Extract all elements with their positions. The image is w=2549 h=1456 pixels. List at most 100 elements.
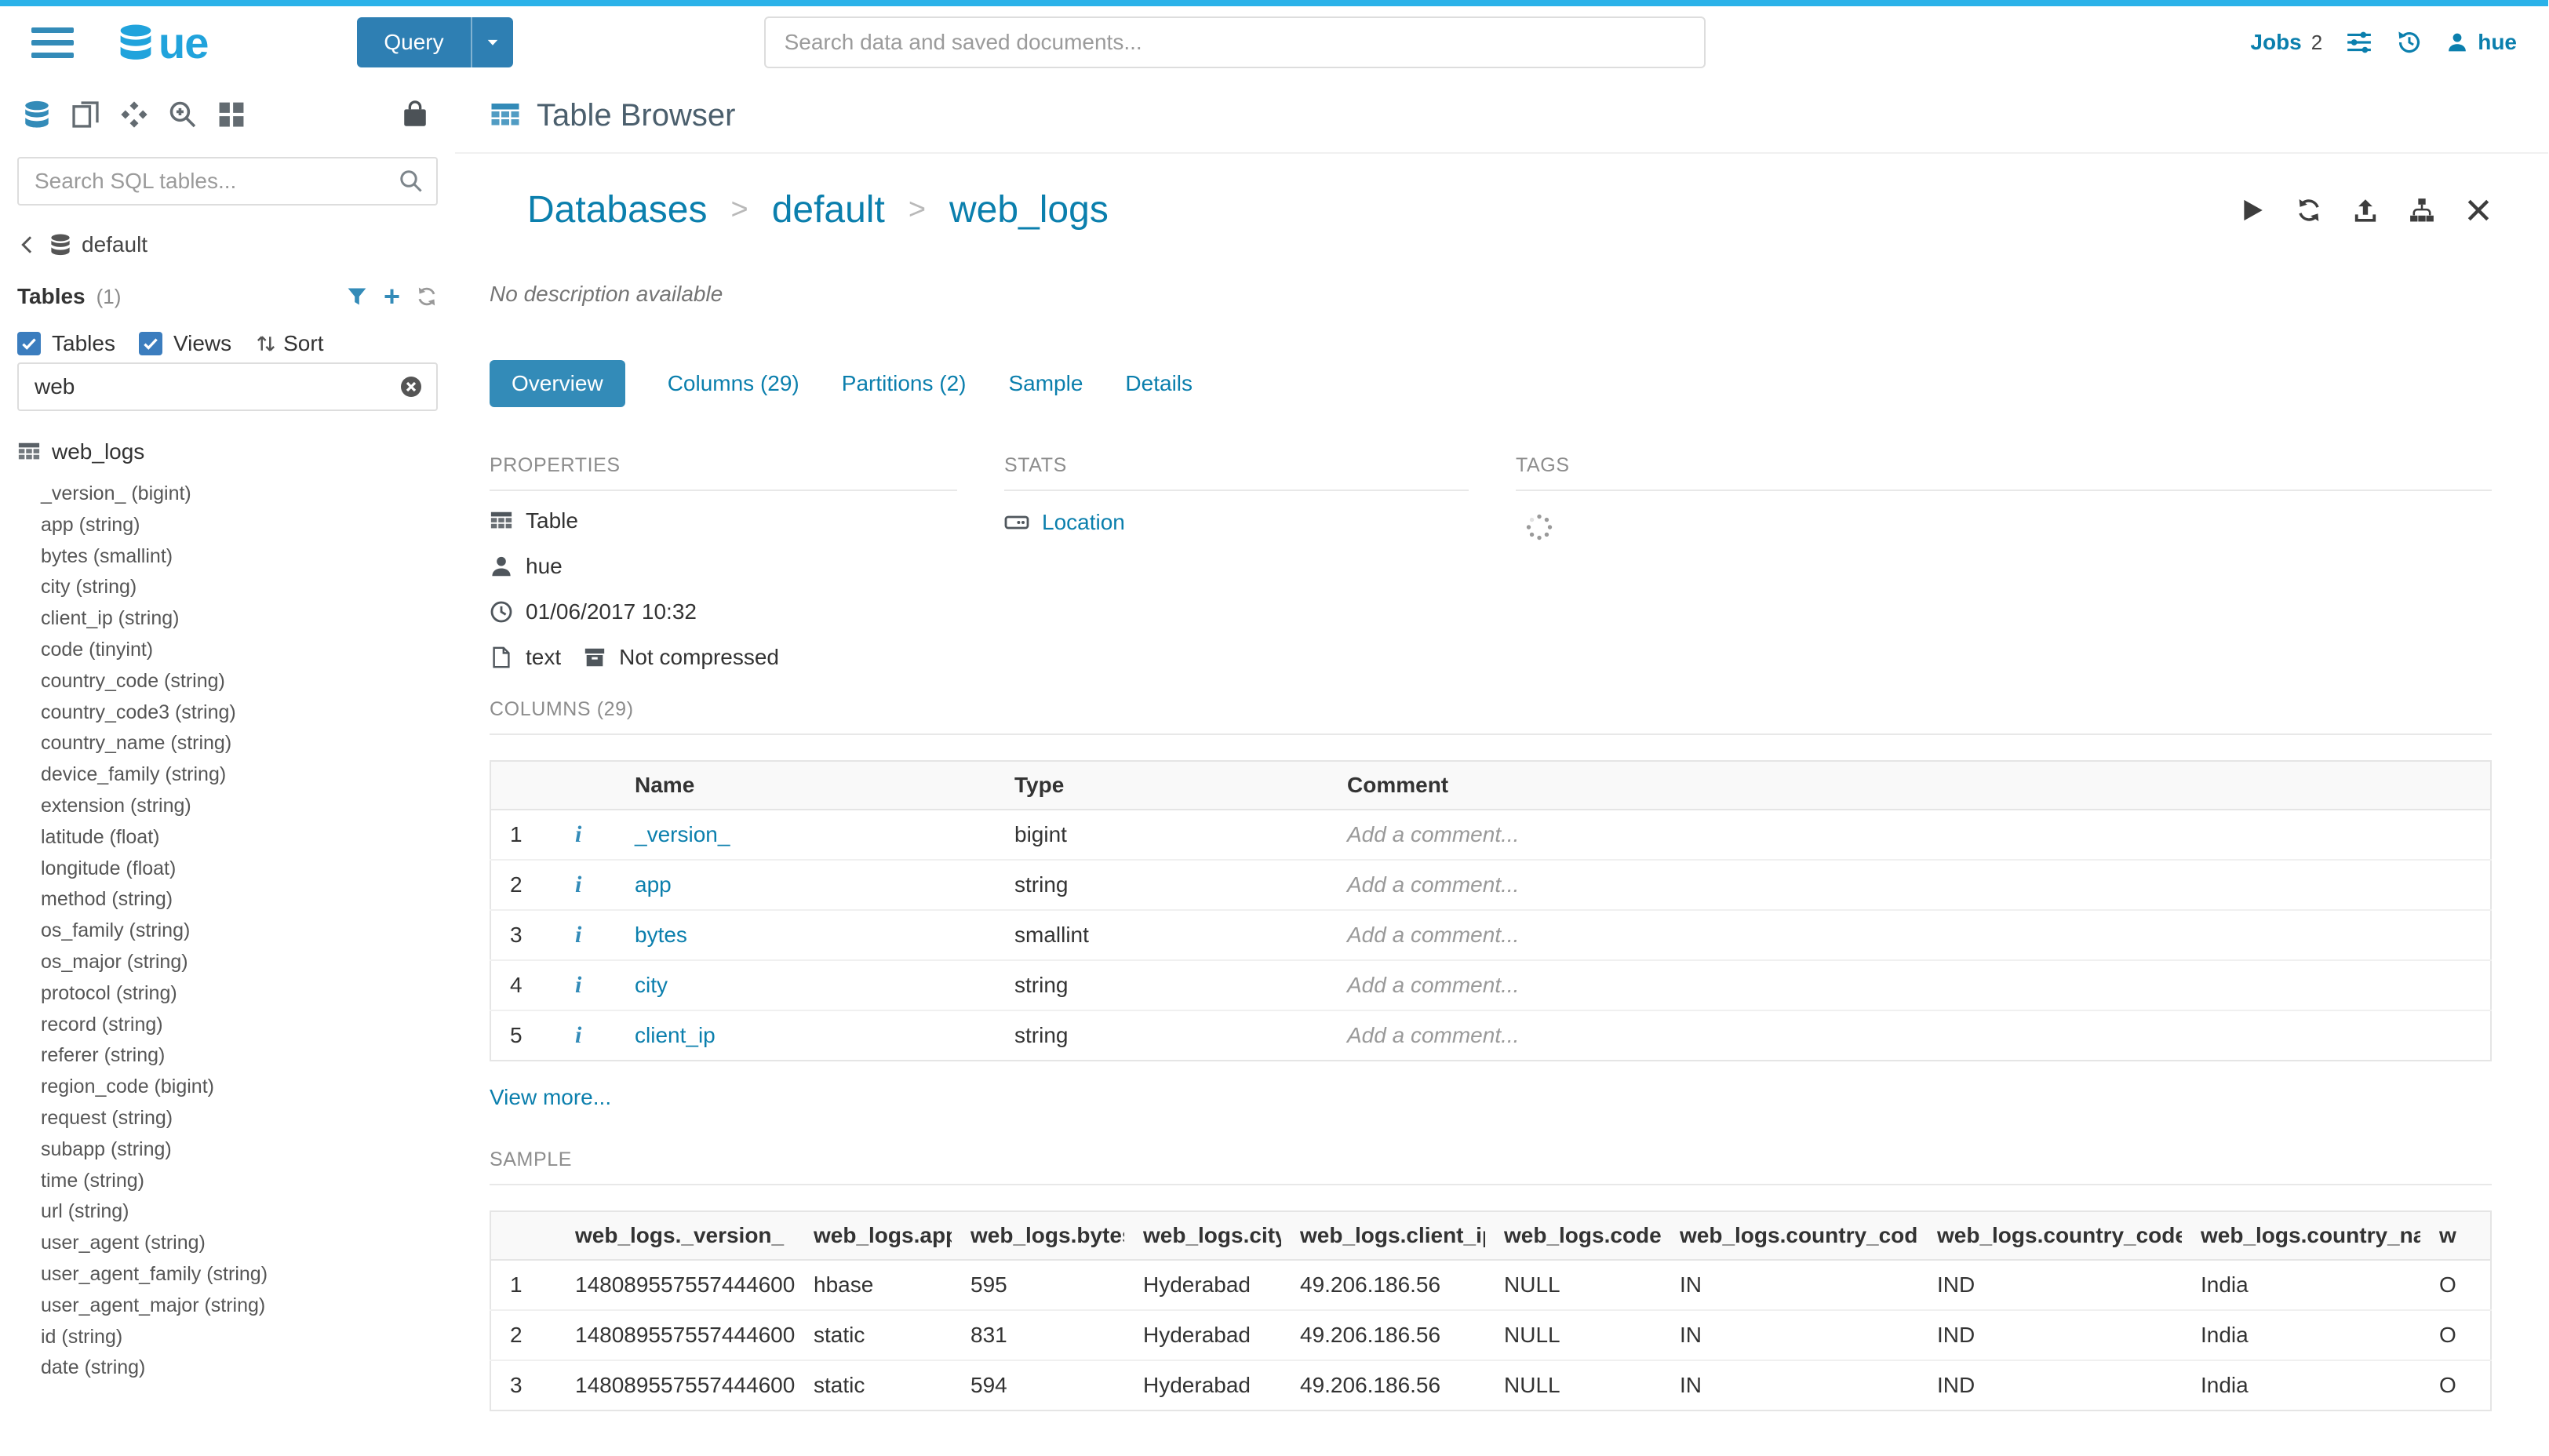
checkbox-views[interactable] bbox=[139, 332, 162, 355]
columns-header-comment[interactable]: Comment bbox=[1328, 761, 2491, 810]
database-breadcrumb[interactable]: default bbox=[17, 232, 438, 257]
column-comment[interactable]: Add a comment... bbox=[1328, 1010, 2491, 1061]
sample-header-cell[interactable]: web_logs._version_ bbox=[556, 1211, 795, 1260]
checkbox-tables-label[interactable]: Tables bbox=[52, 331, 115, 356]
sidebar-column-item[interactable]: protocol (string) bbox=[17, 978, 438, 1010]
sidebar-table-web-logs[interactable]: web_logs bbox=[17, 439, 438, 464]
column-comment[interactable]: Add a comment... bbox=[1328, 910, 2491, 960]
upload-icon[interactable] bbox=[2352, 197, 2379, 224]
sample-header-cell[interactable]: web_logs.country_code3 bbox=[1918, 1211, 2182, 1260]
refresh-icon[interactable] bbox=[416, 286, 438, 308]
sample-header-cell[interactable]: web_logs.app bbox=[795, 1211, 952, 1260]
sample-header-cell[interactable]: web_logs.code bbox=[1485, 1211, 1661, 1260]
user-menu[interactable]: hue bbox=[2446, 30, 2517, 55]
sidebar-column-item[interactable]: request (string) bbox=[17, 1103, 438, 1134]
columns-header-name[interactable]: Name bbox=[616, 761, 996, 810]
close-icon[interactable] bbox=[2465, 197, 2492, 224]
location-link[interactable]: Location bbox=[1042, 510, 1125, 535]
column-comment[interactable]: Add a comment... bbox=[1328, 810, 2491, 860]
funnel-icon[interactable] bbox=[346, 286, 368, 308]
sidebar-column-item[interactable]: country_code3 (string) bbox=[17, 697, 438, 729]
sidebar-column-item[interactable]: id (string) bbox=[17, 1322, 438, 1353]
jobs-link[interactable]: Jobs bbox=[2250, 30, 2301, 55]
sidebar-column-item[interactable]: app (string) bbox=[17, 510, 438, 541]
magnifier-plus-icon[interactable] bbox=[168, 100, 198, 129]
info-icon[interactable]: i bbox=[556, 910, 616, 960]
tab-item[interactable]: Sample bbox=[1008, 371, 1083, 396]
breadcrumb-link[interactable]: web_logs bbox=[949, 188, 1109, 231]
sidebar-column-item[interactable]: longitude (float) bbox=[17, 854, 438, 885]
column-name-link[interactable]: _version_ bbox=[635, 822, 730, 846]
info-icon[interactable]: i bbox=[556, 810, 616, 860]
checkbox-views-label[interactable]: Views bbox=[173, 331, 231, 356]
sidebar-column-item[interactable]: client_ip (string) bbox=[17, 603, 438, 635]
sidebar-column-item[interactable]: os_major (string) bbox=[17, 947, 438, 978]
sidebar-column-item[interactable]: date (string) bbox=[17, 1352, 438, 1384]
view-more-link[interactable]: View more... bbox=[490, 1085, 611, 1110]
search-icon[interactable] bbox=[399, 169, 424, 194]
sidebar-column-item[interactable]: country_name (string) bbox=[17, 728, 438, 759]
query-dropdown-toggle[interactable] bbox=[471, 17, 513, 67]
tab-item[interactable]: Columns (29) bbox=[668, 371, 799, 396]
column-comment[interactable]: Add a comment... bbox=[1328, 860, 2491, 910]
info-icon[interactable]: i bbox=[556, 960, 616, 1010]
database-icon[interactable] bbox=[22, 100, 52, 129]
sample-header-cell[interactable]: web_logs.city bbox=[1124, 1211, 1281, 1260]
clear-icon[interactable] bbox=[399, 374, 424, 399]
sidebar-column-item[interactable]: os_family (string) bbox=[17, 915, 438, 947]
sidebar-column-item[interactable]: subapp (string) bbox=[17, 1134, 438, 1166]
sidebar-column-item[interactable]: country_code (string) bbox=[17, 666, 438, 697]
query-button[interactable]: Query bbox=[357, 17, 512, 67]
bag-icon[interactable] bbox=[400, 100, 430, 129]
hamburger-icon[interactable] bbox=[31, 20, 74, 65]
breadcrumb-link[interactable]: default bbox=[772, 188, 885, 231]
sitemap-icon[interactable] bbox=[2409, 197, 2435, 224]
chevron-left-icon[interactable] bbox=[17, 235, 38, 255]
sidebar-column-item[interactable]: bytes (smallint) bbox=[17, 541, 438, 573]
sample-header-cell[interactable]: web_logs.bytes bbox=[952, 1211, 1124, 1260]
column-name-link[interactable]: app bbox=[635, 872, 672, 897]
column-name-link[interactable]: bytes bbox=[635, 923, 687, 947]
sidebar-column-item[interactable]: code (tinyint) bbox=[17, 635, 438, 666]
sidebar-column-item[interactable]: city (string) bbox=[17, 572, 438, 603]
sidebar-column-item[interactable]: latitude (float) bbox=[17, 822, 438, 854]
play-icon[interactable] bbox=[2239, 197, 2266, 224]
history-icon[interactable] bbox=[2396, 29, 2423, 56]
tab-item[interactable]: Partitions (2) bbox=[842, 371, 967, 396]
sidebar-column-item[interactable]: record (string) bbox=[17, 1010, 438, 1041]
breadcrumb-link[interactable]: Databases bbox=[527, 188, 707, 231]
sidebar-column-item[interactable]: url (string) bbox=[17, 1196, 438, 1228]
global-search-input[interactable] bbox=[764, 16, 1706, 68]
checkbox-tables[interactable] bbox=[17, 332, 41, 355]
sidebar-column-item[interactable]: region_code (bigint) bbox=[17, 1072, 438, 1103]
tab-overview[interactable]: Overview bbox=[490, 360, 625, 407]
info-icon[interactable]: i bbox=[556, 860, 616, 910]
info-icon[interactable]: i bbox=[556, 1010, 616, 1061]
refresh-icon[interactable] bbox=[2296, 197, 2322, 224]
sidebar-column-item[interactable]: referer (string) bbox=[17, 1040, 438, 1072]
sample-header-cell[interactable]: web_logs.client_ip bbox=[1281, 1211, 1485, 1260]
sidebar-column-item[interactable]: device_family (string) bbox=[17, 759, 438, 791]
tab-item[interactable]: Details bbox=[1125, 371, 1193, 396]
sidebar-column-item[interactable]: user_agent_major (string) bbox=[17, 1290, 438, 1322]
sample-header-cell[interactable]: web_logs.country_name bbox=[2182, 1211, 2420, 1260]
column-name-link[interactable]: city bbox=[635, 973, 668, 997]
columns-header-type[interactable]: Type bbox=[996, 761, 1328, 810]
sidebar-search-input[interactable] bbox=[17, 157, 438, 206]
sidebar-column-item[interactable]: user_agent_family (string) bbox=[17, 1259, 438, 1290]
grid-icon[interactable] bbox=[217, 100, 246, 129]
sidebar-column-item[interactable]: _version_ (bigint) bbox=[17, 479, 438, 510]
documents-icon[interactable] bbox=[71, 100, 100, 129]
sidebar-column-item[interactable]: method (string) bbox=[17, 884, 438, 915]
diamonds-icon[interactable] bbox=[119, 100, 149, 129]
plus-icon[interactable]: + bbox=[384, 286, 400, 308]
sidebar-column-item[interactable]: extension (string) bbox=[17, 791, 438, 822]
sort-toggle[interactable]: Sort bbox=[255, 331, 323, 356]
query-button-label[interactable]: Query bbox=[357, 17, 470, 67]
table-filter-input[interactable] bbox=[17, 362, 438, 411]
sidebar-column-item[interactable]: time (string) bbox=[17, 1166, 438, 1197]
sidebar-column-item[interactable]: user_agent (string) bbox=[17, 1228, 438, 1259]
column-name-link[interactable]: client_ip bbox=[635, 1023, 716, 1047]
sample-header-cell[interactable]: w bbox=[2420, 1211, 2491, 1260]
sample-header-cell[interactable]: web_logs.country_code bbox=[1661, 1211, 1918, 1260]
